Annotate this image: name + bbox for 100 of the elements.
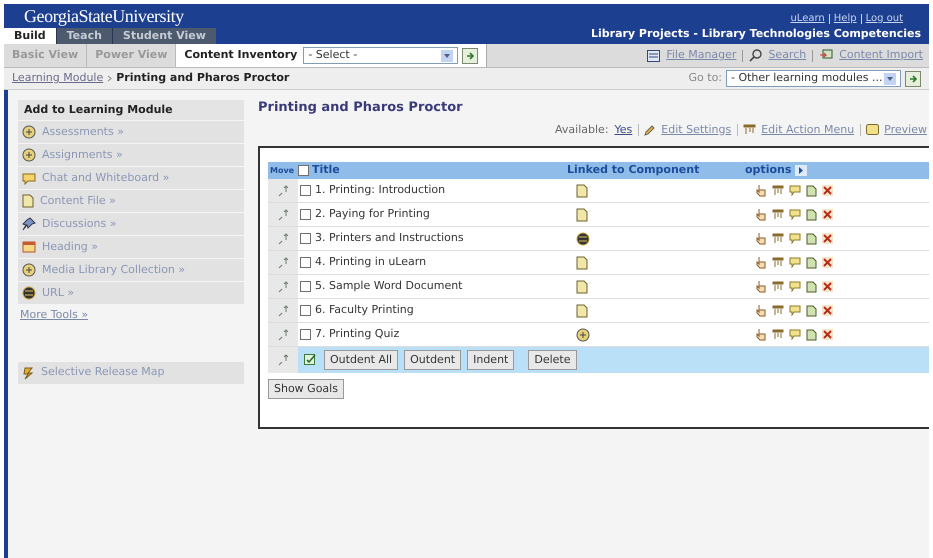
move-icon[interactable] <box>277 256 289 268</box>
speech-bubble-icon[interactable] <box>789 329 801 340</box>
document-icon[interactable] <box>806 304 817 316</box>
more-tools-link[interactable]: More Tools » <box>18 307 90 324</box>
tool-link[interactable]: Search <box>768 47 806 64</box>
menu-bar-icon[interactable] <box>772 281 784 292</box>
sidebar-item[interactable]: Heading » <box>18 236 244 258</box>
document-icon[interactable] <box>806 256 817 268</box>
delete-icon[interactable] <box>822 185 833 196</box>
column-header: Move <box>269 164 296 176</box>
move-icon[interactable] <box>277 304 289 316</box>
document-icon <box>576 280 588 294</box>
hand-icon[interactable] <box>756 184 767 197</box>
move-icon[interactable] <box>277 232 289 244</box>
file-manager-icon <box>647 50 660 62</box>
speech-bubble-icon[interactable] <box>789 281 801 292</box>
hand-icon[interactable] <box>756 328 767 341</box>
delete-icon[interactable] <box>822 233 833 244</box>
tab[interactable]: Teach <box>56 28 112 46</box>
checkbox[interactable] <box>300 257 311 268</box>
sidebar-item[interactable]: Discussions » <box>18 213 244 235</box>
menu-bar-icon[interactable] <box>772 185 784 196</box>
move-icon[interactable] <box>277 280 289 292</box>
checkbox[interactable] <box>300 209 311 220</box>
sidebar-item[interactable]: Assignments » <box>18 144 244 166</box>
breadcrumb-link[interactable]: Learning Module <box>12 70 104 87</box>
sidebar-item[interactable]: Chat and Whiteboard » <box>18 167 244 189</box>
delete-icon[interactable] <box>822 305 833 316</box>
tool-link[interactable]: Content Import <box>839 47 923 64</box>
sidebar-item[interactable]: Content File » <box>18 190 244 212</box>
hand-icon[interactable] <box>756 256 767 269</box>
table-action-button[interactable]: Delete <box>528 350 577 370</box>
checkbox[interactable] <box>300 305 311 316</box>
document-icon[interactable] <box>806 232 817 244</box>
hand-icon[interactable] <box>756 232 767 245</box>
sidebar-item[interactable]: Media Library Collection » <box>18 259 244 281</box>
header-link[interactable]: Log out <box>866 11 903 26</box>
action-link[interactable]: Edit Settings <box>661 122 732 138</box>
checkbox[interactable] <box>300 185 311 196</box>
breadcrumb-current: Printing and Pharos Proctor <box>116 70 290 86</box>
preview-icon <box>866 124 880 136</box>
tab[interactable]: Build <box>4 28 56 46</box>
menu-bar-icon[interactable] <box>772 329 784 340</box>
speech-bubble-icon[interactable] <box>789 233 801 244</box>
view-tab[interactable]: Basic View <box>4 44 88 67</box>
column-header: Linked to Component <box>567 162 700 178</box>
go-button[interactable] <box>905 70 921 86</box>
move-icon[interactable] <box>277 184 289 196</box>
inventory-select[interactable]: - Select - <box>303 47 458 64</box>
document-icon <box>576 304 588 318</box>
document-icon <box>576 256 588 270</box>
menu-bar-icon[interactable] <box>772 305 784 316</box>
delete-icon[interactable] <box>822 257 833 268</box>
available-link[interactable]: Yes <box>614 122 632 138</box>
menu-bar-icon[interactable] <box>772 209 784 220</box>
document-icon[interactable] <box>806 184 817 196</box>
row-title: 7. Printing Quiz <box>314 326 400 342</box>
hand-icon[interactable] <box>756 280 767 293</box>
speech-bubble-icon[interactable] <box>789 257 801 268</box>
go-button[interactable] <box>462 48 478 64</box>
speech-bubble-icon[interactable] <box>789 185 801 196</box>
selective-release-map[interactable]: Selective Release Map <box>18 362 244 384</box>
hand-icon[interactable] <box>756 208 767 221</box>
document-icon[interactable] <box>806 328 817 340</box>
move-icon[interactable] <box>277 328 289 340</box>
document-icon[interactable] <box>806 208 817 220</box>
column-header: options <box>745 162 792 178</box>
document-icon <box>22 194 34 208</box>
action-link[interactable]: Edit Action Menu <box>761 122 854 138</box>
header-link[interactable]: uLearn <box>790 11 825 26</box>
tool-link[interactable]: File Manager <box>666 47 736 64</box>
show-goals-button[interactable]: Show Goals <box>268 379 344 399</box>
hand-icon[interactable] <box>756 304 767 317</box>
speech-bubble-icon[interactable] <box>789 305 801 316</box>
goto-select[interactable]: - Other learning modules ... <box>726 70 901 87</box>
move-icon[interactable] <box>277 354 289 366</box>
sidebar-item[interactable]: Assessments » <box>18 121 244 143</box>
checkbox[interactable] <box>300 281 311 292</box>
document-icon <box>576 184 588 198</box>
arrow-icon <box>908 74 918 84</box>
move-icon[interactable] <box>277 208 289 220</box>
table-action-button[interactable]: Outdent <box>404 350 462 370</box>
checkbox[interactable] <box>300 233 311 244</box>
table-action-button[interactable]: Indent <box>467 350 514 370</box>
speech-bubble-icon[interactable] <box>789 209 801 220</box>
menu-bar-icon[interactable] <box>772 257 784 268</box>
checkbox[interactable] <box>298 165 309 176</box>
action-link[interactable]: Preview <box>884 122 927 138</box>
table-action-button[interactable]: Outdent All <box>324 350 398 370</box>
menu-bar-icon[interactable] <box>772 233 784 244</box>
delete-icon[interactable] <box>822 281 833 292</box>
document-icon[interactable] <box>806 280 817 292</box>
delete-icon[interactable] <box>822 209 833 220</box>
checklist-icon[interactable] <box>304 354 318 366</box>
checkbox[interactable] <box>300 329 311 340</box>
view-tab[interactable]: Content Inventory - Select - <box>176 44 488 67</box>
tab[interactable]: Student View <box>112 28 216 46</box>
sidebar-item[interactable]: URL » <box>18 282 244 304</box>
delete-icon[interactable] <box>822 329 833 340</box>
header-link[interactable]: Help <box>834 11 857 26</box>
